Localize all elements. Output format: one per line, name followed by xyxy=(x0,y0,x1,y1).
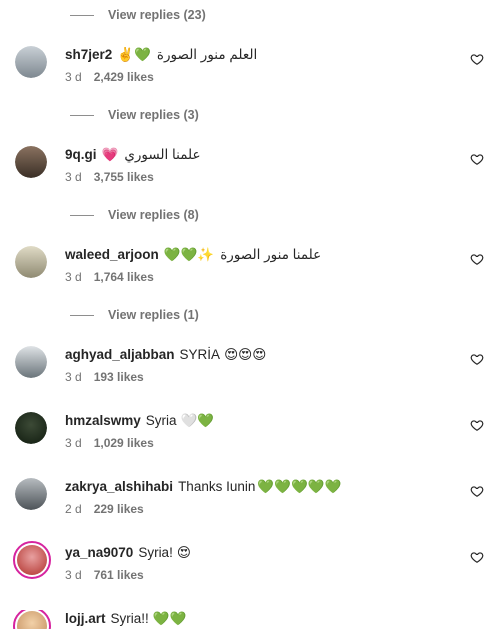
divider-line xyxy=(70,14,94,16)
divider-line xyxy=(70,214,94,216)
avatar[interactable] xyxy=(15,146,47,178)
comment-likes[interactable]: 229 likes xyxy=(94,502,144,516)
comment-text: علمنا السوري xyxy=(124,147,201,162)
comment-time: 3 d xyxy=(65,170,82,184)
view-replies-button[interactable]: View replies (3) xyxy=(70,108,199,122)
comment-likes[interactable]: 193 likes xyxy=(94,370,144,384)
comment-text: SYRİA xyxy=(179,347,221,362)
like-heart-icon[interactable] xyxy=(470,252,484,266)
comment: aghyad_aljabban SYRİA 😍😍😍 3 d 193 likes xyxy=(0,346,498,406)
comment-likes[interactable]: 2,429 likes xyxy=(94,70,154,84)
comment-text: Syria! xyxy=(138,545,173,560)
comment: waleed_arjoon 💚💚✨ علمنا منور الصورة 3 d … xyxy=(0,246,498,306)
comment-username[interactable]: aghyad_aljabban xyxy=(65,346,175,364)
comment-time: 3 d xyxy=(65,370,82,384)
comment: lojj.art Syria!! 💚💚 xyxy=(0,610,498,629)
comment-username[interactable]: 9q.gi xyxy=(65,146,97,164)
like-heart-icon[interactable] xyxy=(470,352,484,366)
comment-emoji: 💗 xyxy=(101,147,119,162)
comment-likes[interactable]: 1,764 likes xyxy=(94,270,154,284)
avatar-story-ring[interactable] xyxy=(13,541,51,579)
comment-text: Syria xyxy=(145,413,177,428)
comment: ya_na9070 Syria! 😍 3 d 761 likes xyxy=(0,541,498,604)
comment-text: Thanks Iunin xyxy=(178,479,256,494)
comment: 9q.gi 💗 علمنا السوري 3 d 3,755 likes xyxy=(0,146,498,206)
avatar[interactable] xyxy=(15,346,47,378)
avatar[interactable] xyxy=(15,246,47,278)
comment: hmzalswmy Syria 🤍💚 3 d 1,029 likes xyxy=(0,412,498,472)
view-replies-label: View replies (8) xyxy=(108,208,199,222)
avatar[interactable] xyxy=(15,412,47,444)
comment-likes[interactable]: 3,755 likes xyxy=(94,170,154,184)
view-replies-label: View replies (1) xyxy=(108,308,199,322)
view-replies-button[interactable]: View replies (23) xyxy=(70,8,206,22)
view-replies-label: View replies (3) xyxy=(108,108,199,122)
view-replies-label: View replies (23) xyxy=(108,8,206,22)
comment-username[interactable]: waleed_arjoon xyxy=(65,246,159,264)
comment-text: Syria!! xyxy=(110,611,149,626)
comment-emoji: 😍😍😍 xyxy=(224,347,267,362)
comment-likes[interactable]: 761 likes xyxy=(94,568,144,582)
divider-line xyxy=(70,314,94,316)
view-replies-button[interactable]: View replies (1) xyxy=(70,308,199,322)
comment-time: 3 d xyxy=(65,70,82,84)
comment-username[interactable]: zakrya_alshihabi xyxy=(65,478,173,496)
divider-line xyxy=(70,114,94,116)
comment-time: 2 d xyxy=(65,502,82,516)
comment-time: 3 d xyxy=(65,270,82,284)
comment-time: 3 d xyxy=(65,436,82,450)
comment-emoji: 💚💚✨ xyxy=(163,247,215,262)
like-heart-icon[interactable] xyxy=(470,550,484,564)
comment: zakrya_alshihabi Thanks Iunin 💚💚💚💚💚 2 d … xyxy=(0,478,498,538)
comment-time: 3 d xyxy=(65,568,82,582)
comment-text: العلم منور الصورة xyxy=(156,47,258,62)
comment-emoji: 😍 xyxy=(176,545,191,560)
comment-username[interactable]: sh7jer2 xyxy=(65,46,112,64)
comment: sh7jer2 ✌️💚 العلم منور الصورة 3 d 2,429 … xyxy=(0,46,498,106)
comment-username[interactable]: lojj.art xyxy=(65,610,106,628)
like-heart-icon[interactable] xyxy=(470,152,484,166)
avatar[interactable] xyxy=(15,478,47,510)
comment-text: علمنا منور الصورة xyxy=(220,247,322,262)
comment-username[interactable]: ya_na9070 xyxy=(65,544,133,562)
like-heart-icon[interactable] xyxy=(470,484,484,498)
like-heart-icon[interactable] xyxy=(470,418,484,432)
comment-likes[interactable]: 1,029 likes xyxy=(94,436,154,450)
avatar[interactable] xyxy=(15,46,47,78)
like-heart-icon[interactable] xyxy=(470,52,484,66)
comment-username[interactable]: hmzalswmy xyxy=(65,412,141,430)
view-replies-button[interactable]: View replies (8) xyxy=(70,208,199,222)
comment-emoji: 💚💚 xyxy=(152,611,187,626)
comment-emoji: 🤍💚 xyxy=(180,413,215,428)
comment-emoji: 💚💚💚💚💚 xyxy=(257,479,342,494)
avatar-story-ring[interactable] xyxy=(13,610,51,629)
comment-emoji: ✌️💚 xyxy=(117,47,151,62)
